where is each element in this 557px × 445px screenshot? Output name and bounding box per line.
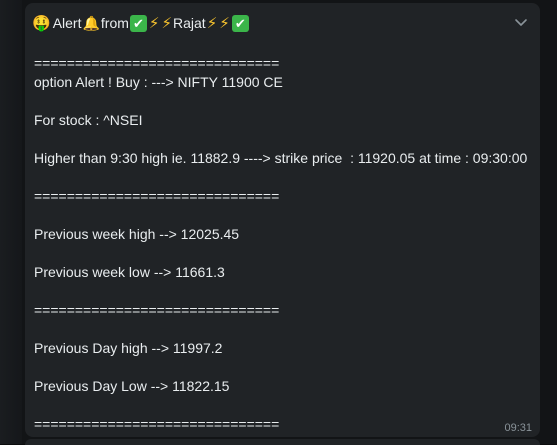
previous-week-low-line: Previous week low --> 11661.3 [34, 264, 225, 280]
message-bubble[interactable]: 🤑 Alert 🔔 from ✔ ⚡ ⚡ Rajat ⚡ ⚡ ✔ =======… [25, 3, 540, 437]
previous-day-low-line: Previous Day Low --> 11822.15 [34, 378, 230, 394]
previous-day-high-line: Previous Day high --> 11997.2 [34, 340, 223, 356]
separator-line: ============================== [34, 302, 280, 318]
strike-price-line: Higher than 9:30 high ie. 11882.9 ----> … [34, 150, 528, 166]
next-message-edge [25, 439, 540, 445]
chat-left-edge [0, 0, 22, 444]
message-body: ============================== option Al… [34, 54, 534, 434]
chat-background: 🤑 Alert 🔔 from ✔ ⚡ ⚡ Rajat ⚡ ⚡ ✔ =======… [0, 0, 557, 445]
message-header: 🤑 Alert 🔔 from ✔ ⚡ ⚡ Rajat ⚡ ⚡ ✔ [32, 12, 250, 34]
stock-line: For stock : ^NSEI [34, 112, 143, 128]
chevron-down-icon[interactable] [514, 15, 528, 29]
separator-line: ============================== [34, 188, 280, 204]
bell-icon: 🔔 [82, 14, 100, 31]
lightning-icon: ⚡ [206, 15, 218, 32]
lightning-icon: ⚡ [148, 15, 160, 32]
header-word-alert: Alert [52, 15, 82, 31]
lightning-icon: ⚡ [161, 15, 173, 32]
lightning-icon: ⚡ [219, 15, 230, 32]
previous-week-high-line: Previous week high --> 12025.45 [34, 226, 240, 242]
check-mark-icon: ✔ [231, 14, 249, 32]
header-word-from: from [100, 15, 129, 31]
option-alert-line: option Alert ! Buy : ---> NIFTY 11900 CE [34, 74, 283, 90]
check-mark-icon: ✔ [129, 14, 147, 32]
message-timestamp: 09:31 [504, 422, 532, 434]
separator-line: ============================== [34, 55, 280, 71]
separator-line: ============================== [34, 416, 280, 432]
header-word-rajat: Rajat [173, 15, 206, 31]
money-face-icon: 🤑 [32, 15, 51, 32]
